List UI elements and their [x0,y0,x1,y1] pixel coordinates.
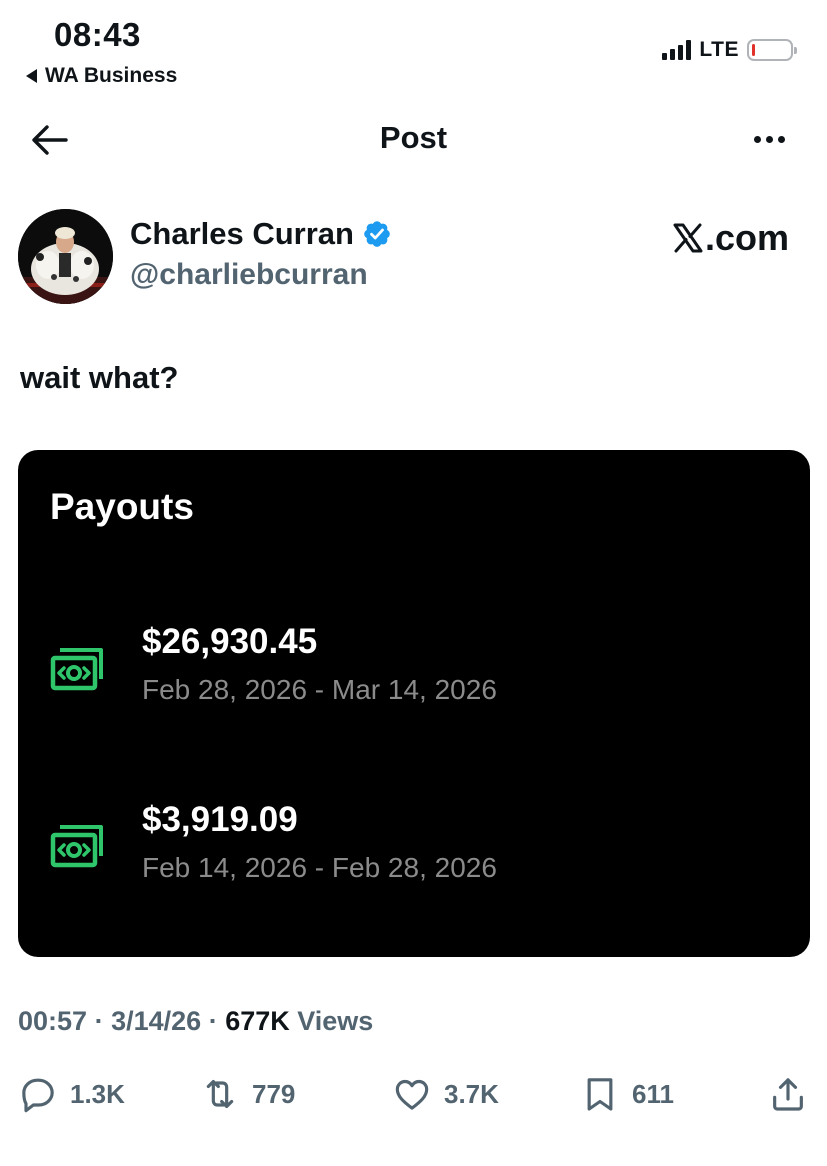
source-domain: .com [704,217,789,258]
share-icon [773,1078,803,1111]
bookmark-icon [587,1078,613,1111]
battery-icon [747,39,797,61]
views-label: Views [297,1006,374,1036]
like-count: 3.7K [444,1078,499,1109]
back-triangle-icon [26,69,37,83]
reply-count: 1.3K [70,1078,125,1109]
author-name: Charles Curran [130,216,354,251]
meta-separator: · [94,1006,112,1036]
avatar[interactable] [18,209,113,304]
status-back-link[interactable]: WA Business [26,64,177,88]
payout-amount: $26,930.45 [142,622,318,661]
bookmark-count: 611 [632,1078,674,1109]
post-text: wait what? [20,360,179,395]
page-title: Post [379,120,448,155]
verified-badge-icon [364,221,390,247]
payouts-title: Payouts [50,486,194,527]
avatar-image [18,209,113,304]
repost-icon [206,1079,234,1109]
source-label: .com [672,217,789,259]
payout-date-range: Feb 28, 2026 - Mar 14, 2026 [142,674,497,705]
views-count: 677K [225,1006,290,1036]
bookmark-button[interactable]: 611 [580,1074,674,1114]
x-logo-icon [673,223,703,253]
post-time: 00:57 [18,1006,88,1036]
reply-button[interactable]: 1.3K [18,1074,125,1114]
status-indicators: LTE [662,38,797,62]
heart-icon [395,1079,429,1110]
money-icon [50,825,103,868]
payout-amount: $3,919.09 [142,800,298,839]
post-meta: 00:57 · 3/14/26 · 677K Views [18,1006,373,1037]
reply-icon [22,1078,54,1113]
battery-level [752,44,755,56]
network-type: LTE [699,38,739,61]
author-name-row[interactable]: Charles Curran [130,216,392,252]
more-horizontal-icon[interactable] [754,124,785,154]
payouts-card[interactable]: Payouts $26,930.45 Feb 28, 2026 - Mar 14… [18,450,810,957]
payout-date-range: Feb 14, 2026 - Feb 28, 2026 [142,852,497,883]
repost-button[interactable]: 779 [200,1074,295,1114]
repost-count: 779 [252,1078,296,1109]
meta-separator: · [208,1006,226,1036]
status-back-label: WA Business [45,64,178,87]
status-time: 08:43 [54,16,141,53]
money-icon [50,648,103,691]
author-handle[interactable]: @charliebcurran [130,258,368,292]
action-bar: 1.3K 779 3.7K 611 [0,1074,827,1120]
share-button[interactable] [768,1074,808,1114]
cellular-signal-icon [662,40,692,60]
like-button[interactable]: 3.7K [392,1074,499,1114]
post-date: 3/14/26 [111,1006,202,1036]
payout-item: $26,930.45 Feb 28, 2026 - Mar 14, 2026 [50,622,750,712]
payout-item: $3,919.09 Feb 14, 2026 - Feb 28, 2026 [50,800,750,890]
